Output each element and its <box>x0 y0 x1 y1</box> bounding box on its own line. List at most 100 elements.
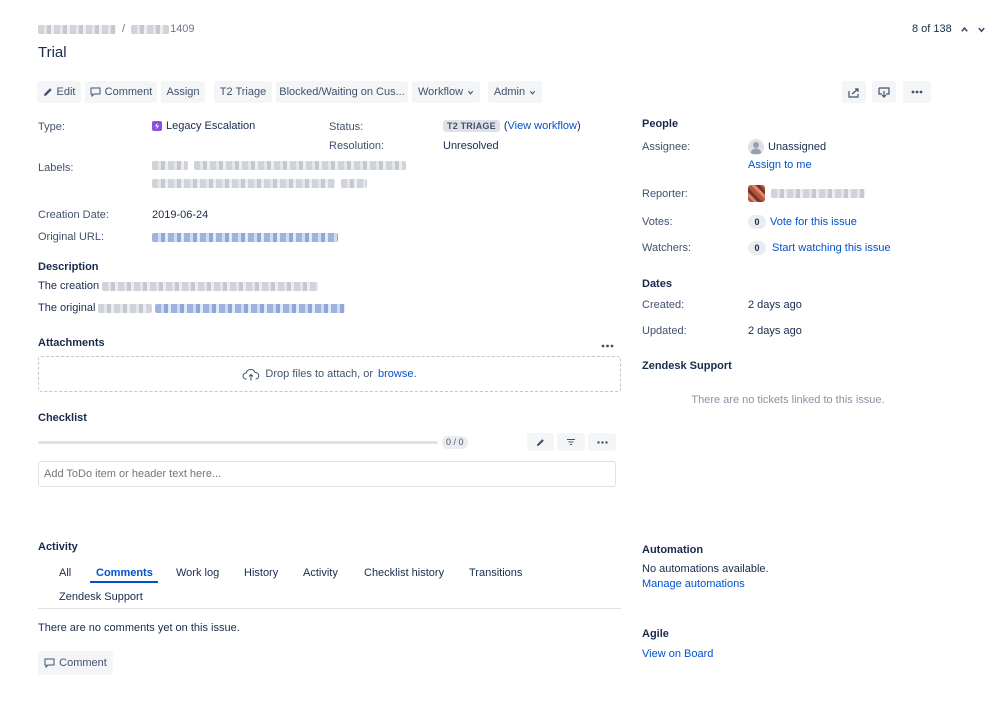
votes-count: 0 <box>748 215 766 229</box>
tab-work-log[interactable]: Work log <box>176 567 219 579</box>
more-icon <box>596 440 608 444</box>
legacy-escalation-icon <box>152 121 162 131</box>
chevron-down-icon <box>467 90 474 95</box>
share-icon <box>848 87 859 98</box>
watchers-label: Watchers: <box>642 242 692 254</box>
automation-title: Automation <box>642 544 704 556</box>
assign-button[interactable]: Assign <box>161 81 205 103</box>
checklist-progress-bar <box>38 441 438 444</box>
checklist-progress-count: 0 / 0 <box>442 436 468 449</box>
people-title: People <box>642 118 679 130</box>
original-url-link[interactable] <box>152 233 338 242</box>
blocked-waiting-button[interactable]: Blocked/Waiting on Cus... <box>276 81 408 103</box>
checklist-title: Checklist <box>38 412 87 424</box>
pencil-icon <box>536 438 544 446</box>
tab-zendesk-support[interactable]: Zendesk Support <box>59 591 143 603</box>
description-link[interactable] <box>155 303 346 313</box>
edit-button[interactable]: Edit <box>37 81 81 103</box>
reporter-value[interactable] <box>748 185 865 202</box>
dates-title: Dates <box>642 278 672 290</box>
comment-button[interactable]: Comment <box>85 81 157 103</box>
workflow-dropdown[interactable]: Workflow <box>412 81 480 103</box>
breadcrumb-separator: / <box>122 23 126 35</box>
export-button[interactable] <box>872 81 896 103</box>
reporter-label: Reporter: <box>642 188 688 200</box>
more-icon <box>911 90 923 94</box>
resolution-label: Resolution: <box>329 140 385 152</box>
type-value[interactable]: Legacy Escalation <box>152 120 255 132</box>
attachments-more-icon[interactable] <box>601 339 614 351</box>
assignee-label: Assignee: <box>642 141 691 153</box>
breadcrumb-issue-key[interactable]: 1409 <box>131 23 195 35</box>
checklist-filter-button[interactable] <box>557 433 585 451</box>
dropzone-text: Drop files to attach, or <box>265 368 374 380</box>
admin-dropdown[interactable]: Admin <box>488 81 542 103</box>
agile-title: Agile <box>642 628 669 640</box>
description-title: Description <box>38 261 99 273</box>
updated-value: 2 days ago <box>748 325 802 337</box>
comment-icon <box>90 87 101 97</box>
pager-text: 8 of 138 <box>912 23 952 35</box>
issue-title[interactable]: Trial <box>38 44 67 61</box>
checklist-more-button[interactable] <box>588 433 616 451</box>
checklist-edit-button[interactable] <box>527 433 554 451</box>
votes-label: Votes: <box>642 216 673 228</box>
view-workflow-link[interactable]: View workflow <box>507 120 577 132</box>
creation-date-value: 2019-06-24 <box>152 209 209 221</box>
activity-divider <box>38 608 621 609</box>
chevron-down-icon <box>529 90 536 95</box>
tab-transitions[interactable]: Transitions <box>469 567 522 579</box>
votes-value: 0 Vote for this issue <box>748 215 857 229</box>
browse-link[interactable]: browse. <box>378 368 417 380</box>
share-button[interactable] <box>842 81 866 103</box>
created-value: 2 days ago <box>748 299 802 311</box>
tab-activity[interactable]: Activity <box>303 567 338 579</box>
watchers-value: 0 Start watching this issue <box>748 241 891 255</box>
status-lozenge: T2 TRIAGE <box>443 120 500 132</box>
upload-cloud-icon <box>242 368 260 380</box>
vote-link[interactable]: Vote for this issue <box>770 216 857 228</box>
previous-issue-icon[interactable] <box>960 25 969 34</box>
automation-text: No automations available. <box>642 563 769 575</box>
attachment-dropzone[interactable]: Drop files to attach, or browse. <box>38 356 621 392</box>
avatar <box>748 139 764 155</box>
watch-link[interactable]: Start watching this issue <box>772 242 891 254</box>
description-line-1: The creation <box>38 280 319 292</box>
more-actions-button[interactable] <box>903 81 931 103</box>
tab-comments[interactable]: Comments <box>96 567 153 579</box>
breadcrumb: / 1409 <box>38 22 195 36</box>
type-label: Type: <box>38 121 65 133</box>
assignee-value[interactable]: Unassigned <box>748 139 826 155</box>
status-value: T2 TRIAGE (View workflow) <box>443 120 581 132</box>
status-label: Status: <box>329 121 364 133</box>
filter-icon <box>567 438 575 446</box>
zendesk-empty-text: There are no tickets linked to this issu… <box>691 394 885 406</box>
assign-to-me-link[interactable]: Assign to me <box>748 159 812 171</box>
updated-label: Updated: <box>642 325 687 337</box>
tab-all[interactable]: All <box>59 567 71 579</box>
t2-triage-button[interactable]: T2 Triage <box>214 81 272 103</box>
checklist-item-input[interactable] <box>38 461 616 487</box>
description-line-2: The original <box>38 302 346 314</box>
created-label: Created: <box>642 299 685 311</box>
creation-date-label: Creation Date: <box>38 209 109 221</box>
issue-pager: 8 of 138 <box>912 23 986 35</box>
view-on-board-link[interactable]: View on Board <box>642 648 713 660</box>
resolution-value: Unresolved <box>443 140 499 152</box>
breadcrumb-project[interactable] <box>38 24 116 34</box>
watchers-count: 0 <box>748 241 766 255</box>
tab-checklist-history[interactable]: Checklist history <box>364 567 444 579</box>
manage-automations-link[interactable]: Manage automations <box>642 578 745 590</box>
attachments-title: Attachments <box>38 337 105 349</box>
zendesk-title: Zendesk Support <box>642 360 732 372</box>
original-url-label: Original URL: <box>38 231 105 243</box>
labels-value[interactable] <box>152 161 406 188</box>
export-icon <box>878 86 890 98</box>
comment-icon <box>44 658 55 668</box>
no-comments-text: There are no comments yet on this issue. <box>38 622 240 634</box>
next-issue-icon[interactable] <box>977 25 986 34</box>
labels-label: Labels: <box>38 162 74 174</box>
tab-history[interactable]: History <box>244 567 278 579</box>
tab-comments-underline <box>90 581 158 583</box>
add-comment-button[interactable]: Comment <box>38 651 113 675</box>
